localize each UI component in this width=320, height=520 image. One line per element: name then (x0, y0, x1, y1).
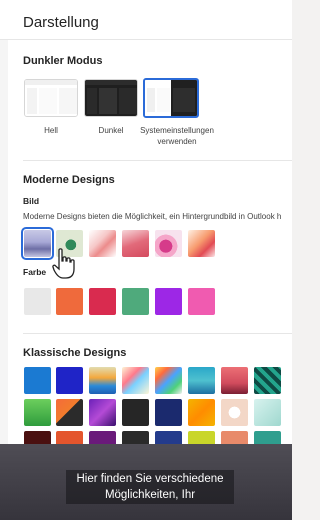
color-swatch-red[interactable] (89, 288, 116, 315)
video-caption: Hier finden Sie verschiedene Möglichkeit… (66, 470, 234, 504)
classic-theme-tile[interactable] (155, 367, 182, 394)
system-preview-icon (145, 80, 197, 116)
bg-image-4[interactable] (122, 230, 149, 257)
classic-theme-tile[interactable] (254, 399, 281, 426)
mode-system-option[interactable] (143, 78, 199, 118)
color-swatch-purple[interactable] (155, 288, 182, 315)
bg-image-6[interactable] (188, 230, 215, 257)
image-description: Moderne Designs bieten die Möglichkeit, … (23, 212, 282, 221)
color-swatch-gray[interactable] (24, 288, 51, 315)
color-swatch-green[interactable] (122, 288, 149, 315)
classic-theme-tile[interactable] (24, 399, 51, 426)
mode-light-option[interactable] (24, 79, 78, 117)
bg-image-5[interactable] (155, 230, 182, 257)
classic-theme-tile[interactable] (89, 367, 116, 394)
divider (23, 333, 292, 334)
image-label: Bild (23, 196, 40, 206)
classic-theme-tile[interactable] (122, 367, 149, 394)
page-title: Darstellung (23, 14, 99, 31)
classic-theme-tile[interactable] (56, 399, 83, 426)
mode-system-label: Systemeinstellungen verwenden (140, 126, 214, 146)
bg-image-1[interactable] (21, 227, 54, 260)
settings-panel: Darstellung Dunkler Modus Hell Dunkel Sy… (0, 0, 292, 520)
classic-theme-tile[interactable] (221, 367, 248, 394)
classic-theme-tile[interactable] (89, 399, 116, 426)
classic-theme-tile[interactable] (24, 367, 51, 394)
mode-light-label: Hell (44, 126, 58, 135)
classic-theme-tile[interactable] (56, 367, 83, 394)
mode-dark-label: Dunkel (98, 126, 124, 135)
light-preview-icon (25, 80, 77, 116)
classic-theme-tile[interactable] (122, 399, 149, 426)
modern-designs-heading: Moderne Designs (23, 174, 115, 186)
classic-theme-tile[interactable] (188, 399, 215, 426)
classic-theme-tile[interactable] (254, 367, 281, 394)
classic-theme-tile[interactable] (188, 367, 215, 394)
bg-image-3[interactable] (89, 230, 116, 257)
dark-preview-icon (85, 80, 137, 116)
classic-theme-tile[interactable] (155, 399, 182, 426)
color-label: Farbe (23, 267, 47, 277)
dark-mode-heading: Dunkler Modus (23, 55, 103, 67)
color-swatch-orange[interactable] (56, 288, 83, 315)
classic-theme-tile[interactable] (221, 399, 248, 426)
classic-designs-heading: Klassische Designs (23, 347, 127, 359)
divider (23, 160, 292, 161)
color-swatch-pink[interactable] (188, 288, 215, 315)
hand-cursor-icon (52, 248, 75, 279)
mode-dark-option[interactable] (84, 79, 138, 117)
panel-header: Darstellung (0, 0, 292, 40)
